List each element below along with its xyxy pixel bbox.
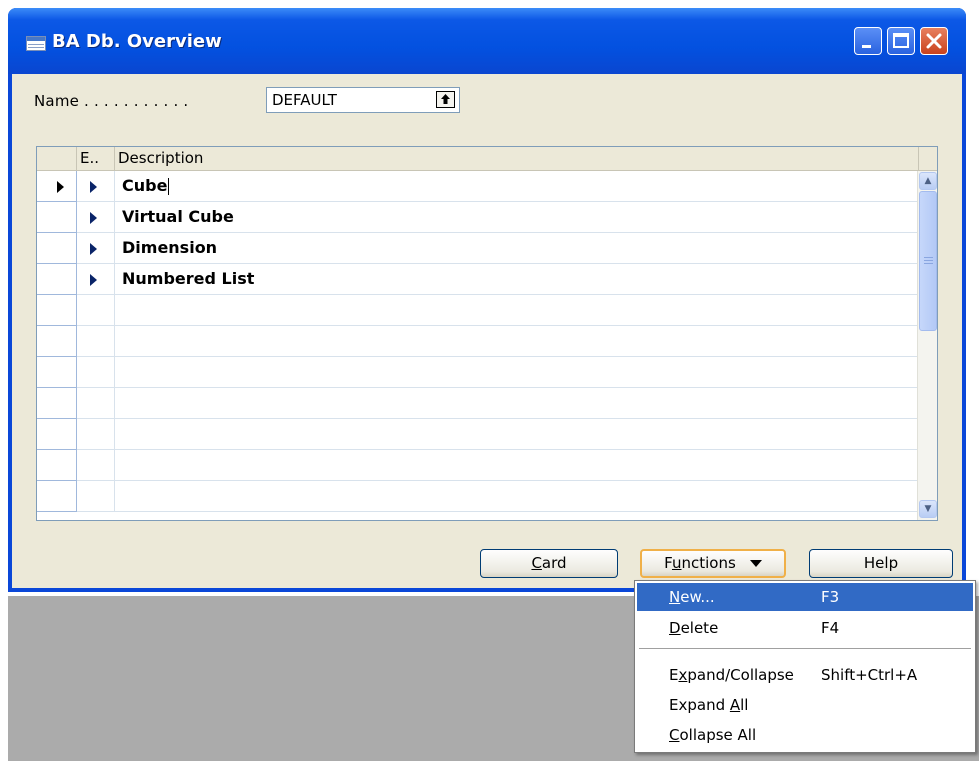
row-selector[interactable]: [37, 419, 77, 450]
card-button[interactable]: Card: [480, 549, 618, 578]
maximize-button[interactable]: [887, 27, 915, 55]
maximize-icon: [893, 33, 909, 48]
table-row[interactable]: [77, 295, 919, 326]
shortcut-new: F3: [821, 588, 840, 606]
help-button[interactable]: Help: [809, 549, 953, 578]
expand-cell[interactable]: [77, 419, 115, 449]
scroll-down-button[interactable]: ▼: [919, 500, 937, 518]
expand-cell[interactable]: [77, 233, 115, 263]
table-row[interactable]: [77, 388, 919, 419]
grid-header: E.. Description: [37, 147, 937, 171]
expand-cell[interactable]: [77, 295, 115, 325]
table-icon: [26, 36, 46, 51]
overview-grid[interactable]: E.. Description Cube Virtual Cube Dimensio…: [36, 146, 938, 521]
grid-rows: Cube Virtual Cube Dimension Numbered List: [77, 171, 919, 512]
expand-cell[interactable]: [77, 264, 115, 294]
row-selector[interactable]: [37, 388, 77, 419]
minimize-button[interactable]: [854, 27, 882, 55]
row-selector[interactable]: [37, 202, 77, 233]
row-selector[interactable]: [37, 295, 77, 326]
menu-item-delete[interactable]: Delete F4: [637, 614, 973, 642]
name-field[interactable]: DEFAULT: [266, 87, 460, 113]
column-header-expand[interactable]: E..: [77, 147, 115, 170]
menu-separator: [639, 648, 971, 649]
functions-menu: New... F3 Delete F4 Expand/Collapse Shif…: [634, 580, 976, 753]
row-selector[interactable]: [37, 264, 77, 295]
description-cell[interactable]: Dimension: [122, 238, 217, 257]
table-row[interactable]: [77, 481, 919, 512]
expand-cell[interactable]: [77, 202, 115, 232]
scroll-thumb[interactable]: [919, 191, 937, 331]
expand-triangle-icon[interactable]: [90, 274, 97, 286]
menu-item-collapse-all[interactable]: Collapse All: [637, 721, 973, 749]
row-selectors: [37, 171, 77, 512]
lookup-button[interactable]: [436, 91, 455, 108]
client-area: Name . . . . . . . . . . . DEFAULT E.. D…: [12, 74, 962, 588]
row-selector[interactable]: [37, 357, 77, 388]
close-icon: [926, 33, 942, 49]
column-header-description[interactable]: Description: [115, 147, 919, 170]
menu-item-expand-all[interactable]: Expand All: [637, 691, 973, 719]
menu-item-expand-collapse[interactable]: Expand/Collapse Shift+Ctrl+A: [637, 661, 973, 689]
expand-triangle-icon[interactable]: [90, 243, 97, 255]
row-selector[interactable]: [37, 233, 77, 264]
window-title: BA Db. Overview: [52, 31, 222, 52]
description-cell[interactable]: Numbered List: [122, 269, 254, 288]
text-cursor: [168, 178, 170, 195]
description-cell[interactable]: Virtual Cube: [122, 207, 234, 226]
expand-cell[interactable]: [77, 388, 115, 418]
expand-cell[interactable]: [77, 326, 115, 356]
name-label: Name . . . . . . . . . . .: [34, 92, 189, 110]
expand-triangle-icon[interactable]: [90, 181, 97, 193]
table-row[interactable]: [77, 450, 919, 481]
shortcut-expand-collapse: Shift+Ctrl+A: [821, 666, 918, 684]
functions-button[interactable]: Functions: [640, 549, 786, 578]
row-selector[interactable]: [37, 450, 77, 481]
ba-db-overview-window: BA Db. Overview Name . . . . . . . . . .…: [8, 8, 966, 592]
scroll-up-button[interactable]: ▲: [919, 172, 937, 190]
row-selector[interactable]: [37, 171, 77, 202]
minimize-icon: [862, 45, 871, 48]
table-row[interactable]: Dimension: [77, 233, 919, 264]
row-selector-header: [37, 147, 77, 170]
table-row[interactable]: [77, 419, 919, 450]
expand-cell[interactable]: [77, 450, 115, 480]
lookup-arrow-icon: [441, 94, 450, 104]
table-row[interactable]: Numbered List: [77, 264, 919, 295]
shortcut-delete: F4: [821, 619, 840, 637]
chevron-down-icon: [749, 560, 762, 567]
expand-cell[interactable]: [77, 481, 115, 511]
name-value[interactable]: DEFAULT: [272, 91, 337, 109]
description-cell[interactable]: Cube: [122, 176, 170, 195]
current-row-indicator-icon: [57, 181, 64, 193]
title-bar[interactable]: BA Db. Overview: [8, 8, 966, 74]
row-selector[interactable]: [37, 481, 77, 512]
table-row[interactable]: [77, 326, 919, 357]
table-row[interactable]: Cube: [77, 171, 919, 202]
table-row[interactable]: Virtual Cube: [77, 202, 919, 233]
expand-cell[interactable]: [77, 357, 115, 387]
menu-item-new[interactable]: New... F3: [637, 583, 973, 611]
close-button[interactable]: [920, 27, 948, 55]
vertical-scrollbar[interactable]: ▲ ▼: [917, 171, 937, 520]
row-selector[interactable]: [37, 326, 77, 357]
expand-cell[interactable]: [77, 171, 115, 201]
expand-triangle-icon[interactable]: [90, 212, 97, 224]
table-row[interactable]: [77, 357, 919, 388]
